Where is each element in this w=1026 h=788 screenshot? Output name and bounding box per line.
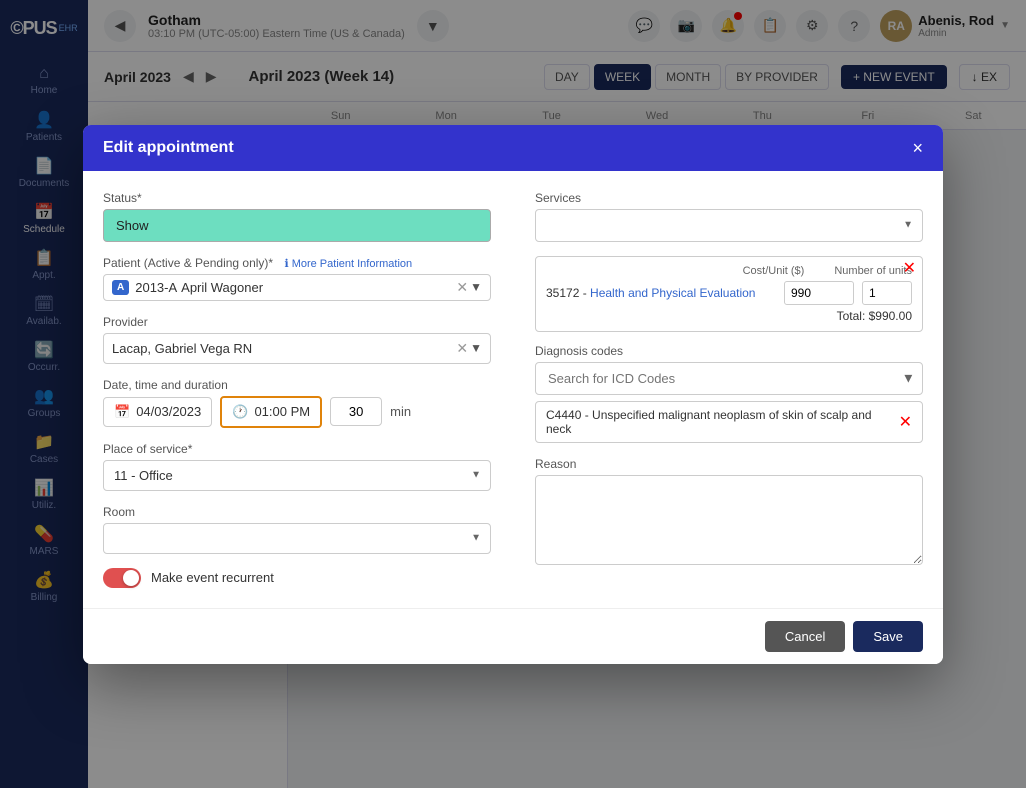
service-select-wrapper [535,209,923,242]
service-name-link[interactable]: Health and Physical Evaluation [590,286,755,300]
diagnosis-dropdown-button[interactable]: ▼ [902,371,915,386]
units-label: Number of units [834,265,912,277]
status-label: Status* [103,191,491,205]
edit-appointment-modal: Edit appointment × Status* Show [83,125,943,664]
modal-body: Status* Show Patient (Active & Pending o… [83,171,943,608]
room-group: Room [103,505,491,554]
provider-group: Provider Lacap, Gabriel Vega RN ✕ ▼ [103,315,491,364]
clock-icon: 🕐 [232,404,248,420]
service-item-row: Cost/Unit ($) Number of units 35172 - He… [535,256,923,332]
diagnosis-tag: C4440 - Unspecified malignant neoplasm o… [535,401,923,443]
service-total: Total: $990.00 [546,309,912,323]
modal-overlay: Edit appointment × Status* Show [0,0,1026,788]
room-select-wrapper [103,523,491,554]
service-row-content: 35172 - Health and Physical Evaluation [546,281,912,305]
diagnosis-group: Diagnosis codes ▼ C4440 - Unspecified ma… [535,344,923,443]
provider-name: Lacap, Gabriel Vega RN [112,341,456,356]
toggle-knob [123,570,139,586]
recurrent-toggle[interactable] [103,568,141,588]
save-button[interactable]: Save [853,621,923,652]
patient-id: 2013-A [135,280,177,295]
modal-header: Edit appointment × [83,125,943,171]
diagnosis-remove-button[interactable]: ✕ [899,412,912,432]
provider-dropdown-button[interactable]: ▼ [470,341,482,355]
modal-right-column: Services Cost/Unit ($) Number of units [515,191,923,588]
provider-clear-button[interactable]: ✕ [456,340,468,357]
service-cost-input[interactable] [784,281,854,305]
service-remove-button[interactable]: ✕ [903,261,916,277]
status-select[interactable]: Show [103,209,491,242]
reason-textarea[interactable] [535,475,923,565]
service-row-header: Cost/Unit ($) Number of units [546,265,912,277]
modal-footer: Cancel Save [83,608,943,664]
info-icon: ℹ [284,258,288,270]
diagnosis-label: Diagnosis codes [535,344,923,358]
cost-unit-label: Cost/Unit ($) [743,265,805,277]
diagnosis-search-input[interactable] [535,362,923,395]
services-group: Services [535,191,923,242]
provider-input-wrapper: Lacap, Gabriel Vega RN ✕ ▼ [103,333,491,364]
modal-title: Edit appointment [103,139,234,157]
modal-left-column: Status* Show Patient (Active & Pending o… [103,191,515,588]
diagnosis-search-wrapper: ▼ [535,362,923,395]
datetime-group: Date, time and duration 📅 04/03/2023 🕐 0… [103,378,491,428]
recurrent-label: Make event recurrent [151,570,274,585]
time-input[interactable]: 🕐 01:00 PM [220,396,322,428]
recurrent-row: Make event recurrent [103,568,491,588]
patient-input-wrapper: A 2013-A April Wagoner ✕ ▼ [103,274,491,301]
app-background: ©PUS EHR ⌂ Home 👤 Patients 📄 Documents 📅… [0,0,1026,788]
calendar-icon: 📅 [114,404,130,420]
duration-unit-label: min [390,404,411,419]
place-select[interactable]: 11 - Office [103,460,491,491]
place-label: Place of service* [103,442,491,456]
status-group: Status* Show [103,191,491,242]
service-units-input[interactable] [862,281,912,305]
place-of-service-group: Place of service* 11 - Office [103,442,491,491]
provider-label: Provider [103,315,491,329]
date-input[interactable]: 📅 04/03/2023 [103,397,212,427]
reason-group: Reason [535,457,923,568]
place-select-wrapper: 11 - Office [103,460,491,491]
date-value: 04/03/2023 [136,404,201,419]
reason-label: Reason [535,457,923,471]
patient-name: April Wagoner [181,280,456,295]
patient-label: Patient (Active & Pending only)* ℹ More … [103,256,491,270]
service-select[interactable] [535,209,923,242]
patient-clear-button[interactable]: ✕ [456,279,468,296]
datetime-label: Date, time and duration [103,378,491,392]
room-label: Room [103,505,491,519]
service-code-name: 35172 - Health and Physical Evaluation [546,286,776,300]
modal-close-button[interactable]: × [912,139,923,157]
patient-badge: A [112,280,129,295]
diagnosis-code-text: C4440 - Unspecified malignant neoplasm o… [546,408,899,436]
cancel-button[interactable]: Cancel [765,621,845,652]
patient-dropdown-button[interactable]: ▼ [470,280,482,294]
patient-group: Patient (Active & Pending only)* ℹ More … [103,256,491,301]
datetime-row: 📅 04/03/2023 🕐 01:00 PM min [103,396,491,428]
duration-input[interactable] [330,397,382,426]
room-select[interactable] [103,523,491,554]
more-patient-info-link[interactable]: ℹ More Patient Information [284,258,412,270]
services-label: Services [535,191,923,205]
time-value: 01:00 PM [254,404,310,419]
